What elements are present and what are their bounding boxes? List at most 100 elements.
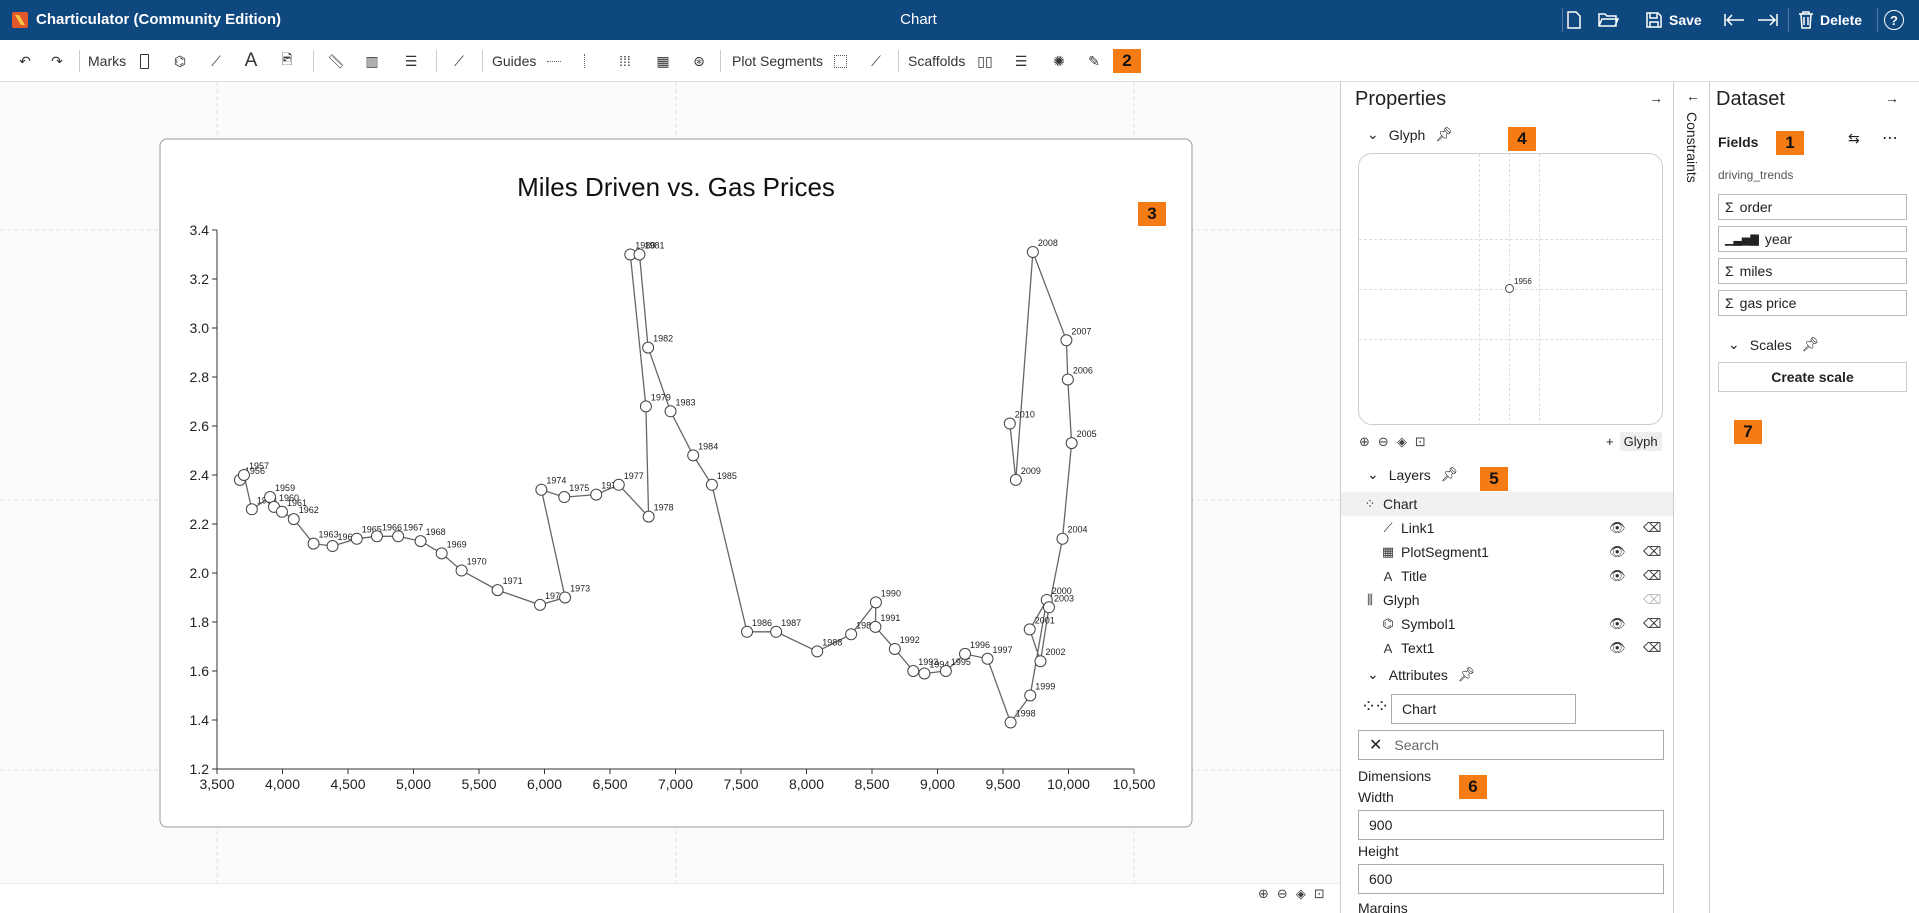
field-miles[interactable]: Σ miles	[1718, 258, 1907, 284]
eye-icon[interactable]: 👁︎	[1609, 568, 1626, 584]
redo-button[interactable]: ↷	[46, 50, 68, 72]
pin-icon[interactable]: 📌︎	[1802, 336, 1820, 353]
eye-icon[interactable]: 👁︎	[1609, 616, 1626, 632]
close-icon[interactable]: ✕	[1369, 735, 1382, 755]
zoom-reset-icon[interactable]: ⊡	[1314, 886, 1325, 902]
attributes-search-input[interactable]: ✕ Search	[1358, 730, 1664, 760]
height-input[interactable]: 600	[1358, 864, 1664, 894]
zoom-in-icon[interactable]: ⊕	[1258, 886, 1269, 902]
eraser-icon[interactable]: ⌫	[1643, 520, 1661, 536]
data-point	[1060, 334, 1073, 347]
eye-icon[interactable]: 👁︎	[1609, 520, 1626, 536]
eraser-icon[interactable]: ⌫	[1643, 544, 1661, 560]
layer-item-link1[interactable]: ⟋ Link1 👁︎ ⌫	[1341, 516, 1673, 540]
legend-button[interactable]: ☰	[400, 50, 422, 72]
image-mark-button[interactable]: 🖻	[278, 50, 296, 72]
pin-icon[interactable]: 📌︎	[1458, 666, 1476, 683]
data-point	[350, 532, 363, 545]
constraints-panel-collapsed[interactable]: ← Constraints	[1673, 82, 1710, 913]
horizontal-scaffold-button[interactable]: ▯▯	[974, 50, 996, 72]
data-point	[414, 535, 427, 548]
toolbar-divider	[720, 50, 721, 72]
chart-canvas[interactable]: Miles Driven vs. Gas Prices 1.2 1.4 1.6 1.8 2…	[0, 82, 1340, 913]
chart-mark-button[interactable]: ▥	[362, 50, 382, 72]
width-input[interactable]: 900	[1358, 810, 1664, 840]
polar-scaffold-button[interactable]: ✺	[1048, 50, 1070, 72]
scales-section-header[interactable]: ⌄ Scales 📌︎	[1728, 336, 1820, 353]
symbol-mark-button[interactable]: ⌬	[170, 50, 190, 72]
open-file-button[interactable]	[1597, 8, 1619, 32]
save-button[interactable]: Save	[1645, 8, 1702, 32]
expand-constraints-arrow-icon[interactable]: ←	[1686, 88, 1700, 104]
collapse-dataset-arrow-icon[interactable]: →	[1885, 90, 1899, 106]
layers-section-header[interactable]: ⌄ Layers 📌︎	[1367, 466, 1459, 483]
rows-icon: ☰	[1014, 52, 1028, 69]
line-mark-button[interactable]: ⟋	[208, 50, 224, 72]
data-point	[869, 596, 882, 609]
plot-segments-label: Plot Segments	[732, 53, 824, 69]
eye-icon[interactable]: 👁︎	[1609, 544, 1626, 560]
undo-button[interactable]: ↶	[14, 50, 36, 72]
rect-mark-button[interactable]	[136, 50, 152, 72]
guide-grid-button[interactable]: ⁞⁞⁞	[614, 50, 636, 72]
collapse-properties-arrow-icon[interactable]: →	[1649, 90, 1663, 106]
attributes-name-input[interactable]: Chart	[1391, 694, 1576, 724]
zoom-out-icon[interactable]: ⊖	[1378, 434, 1389, 450]
layer-item-symbol1[interactable]: ⌬ Symbol1 👁︎ ⌫	[1341, 612, 1673, 636]
region-plot-button[interactable]	[832, 50, 848, 72]
curve-icon: ✎	[1088, 52, 1100, 69]
field-year[interactable]: ▁▃▅▇ year	[1718, 226, 1907, 252]
pin-icon[interactable]: 📌︎	[1435, 126, 1453, 143]
eraser-icon[interactable]: ⌫	[1643, 616, 1661, 632]
guide-grid2-button[interactable]: ▦	[652, 50, 674, 72]
field-gas-price[interactable]: Σ gas price	[1718, 290, 1907, 316]
guide-vertical-button[interactable]	[582, 50, 586, 72]
canvas-status-bar: ⊕ ⊖ ◈ ⊡	[0, 883, 1340, 913]
add-glyph-button[interactable]: + Glyph	[1606, 432, 1662, 451]
zoom-fit-icon[interactable]: ◈	[1397, 434, 1407, 450]
layer-item-glyph[interactable]: ⫼ Glyph ⌫	[1341, 588, 1673, 612]
glyph-preview[interactable]: 1956	[1358, 153, 1663, 425]
eraser-icon[interactable]: ⌫	[1643, 640, 1661, 656]
line-plot-button[interactable]: ⟋	[868, 50, 884, 72]
pin-icon[interactable]: 📌︎	[1441, 466, 1459, 483]
data-point	[307, 537, 320, 550]
y-tick-label: 2.2	[190, 516, 210, 532]
y-tick-label: 2.8	[190, 369, 210, 385]
zoom-in-icon[interactable]: ⊕	[1359, 434, 1370, 450]
data-label: 1974	[546, 476, 566, 486]
layer-item-plotsegment1[interactable]: ▦ PlotSegment1 👁︎ ⌫	[1341, 540, 1673, 564]
link-button[interactable]: ⟋	[448, 50, 470, 72]
field-order[interactable]: Σ order	[1718, 194, 1907, 220]
glyph-symbol[interactable]	[1505, 284, 1514, 293]
constraints-label[interactable]: Constraints	[1684, 112, 1700, 183]
delete-button[interactable]: Delete	[1798, 8, 1862, 32]
guide-button[interactable]	[546, 50, 562, 72]
create-scale-button[interactable]: Create scale	[1718, 362, 1907, 392]
layer-label: Link1	[1401, 520, 1435, 536]
text-mark-button[interactable]: A	[242, 50, 260, 72]
zoom-fit-icon[interactable]: ◈	[1296, 886, 1306, 902]
eye-icon[interactable]: 👁︎	[1609, 640, 1626, 656]
help-button[interactable]: ?	[1884, 8, 1904, 32]
y-tick-label: 2.6	[190, 418, 210, 434]
zoom-out-icon[interactable]: ⊖	[1277, 886, 1288, 902]
data-axis-button[interactable]: 📏︎	[326, 50, 346, 72]
attributes-section-header[interactable]: ⌄ Attributes 📌︎	[1367, 666, 1476, 683]
layer-item-title[interactable]: A Title 👁︎ ⌫	[1341, 564, 1673, 588]
more-options-icon[interactable]: ⋯	[1882, 128, 1898, 148]
guide-polar-button[interactable]: ⊛	[688, 50, 710, 72]
zoom-reset-icon[interactable]: ⊡	[1415, 434, 1426, 450]
eraser-icon[interactable]: ⌫	[1643, 568, 1661, 584]
numeric-sigma-icon: Σ	[1725, 263, 1734, 279]
replace-data-icon[interactable]: ⇆	[1848, 130, 1860, 147]
vertical-scaffold-button[interactable]: ☰	[1010, 50, 1032, 72]
layer-item-text1[interactable]: A Text1 👁︎ ⌫	[1341, 636, 1673, 660]
glyph-section-header[interactable]: ⌄ Glyph 📌︎	[1367, 126, 1453, 143]
import-button[interactable]	[1756, 8, 1778, 32]
export-button[interactable]	[1724, 8, 1746, 32]
curve-scaffold-button[interactable]: ✎	[1082, 50, 1106, 72]
x-tick-label: 7,500	[723, 776, 758, 792]
new-file-button[interactable]	[1565, 8, 1583, 32]
layer-item-chart[interactable]: ⁘ Chart	[1341, 492, 1673, 516]
